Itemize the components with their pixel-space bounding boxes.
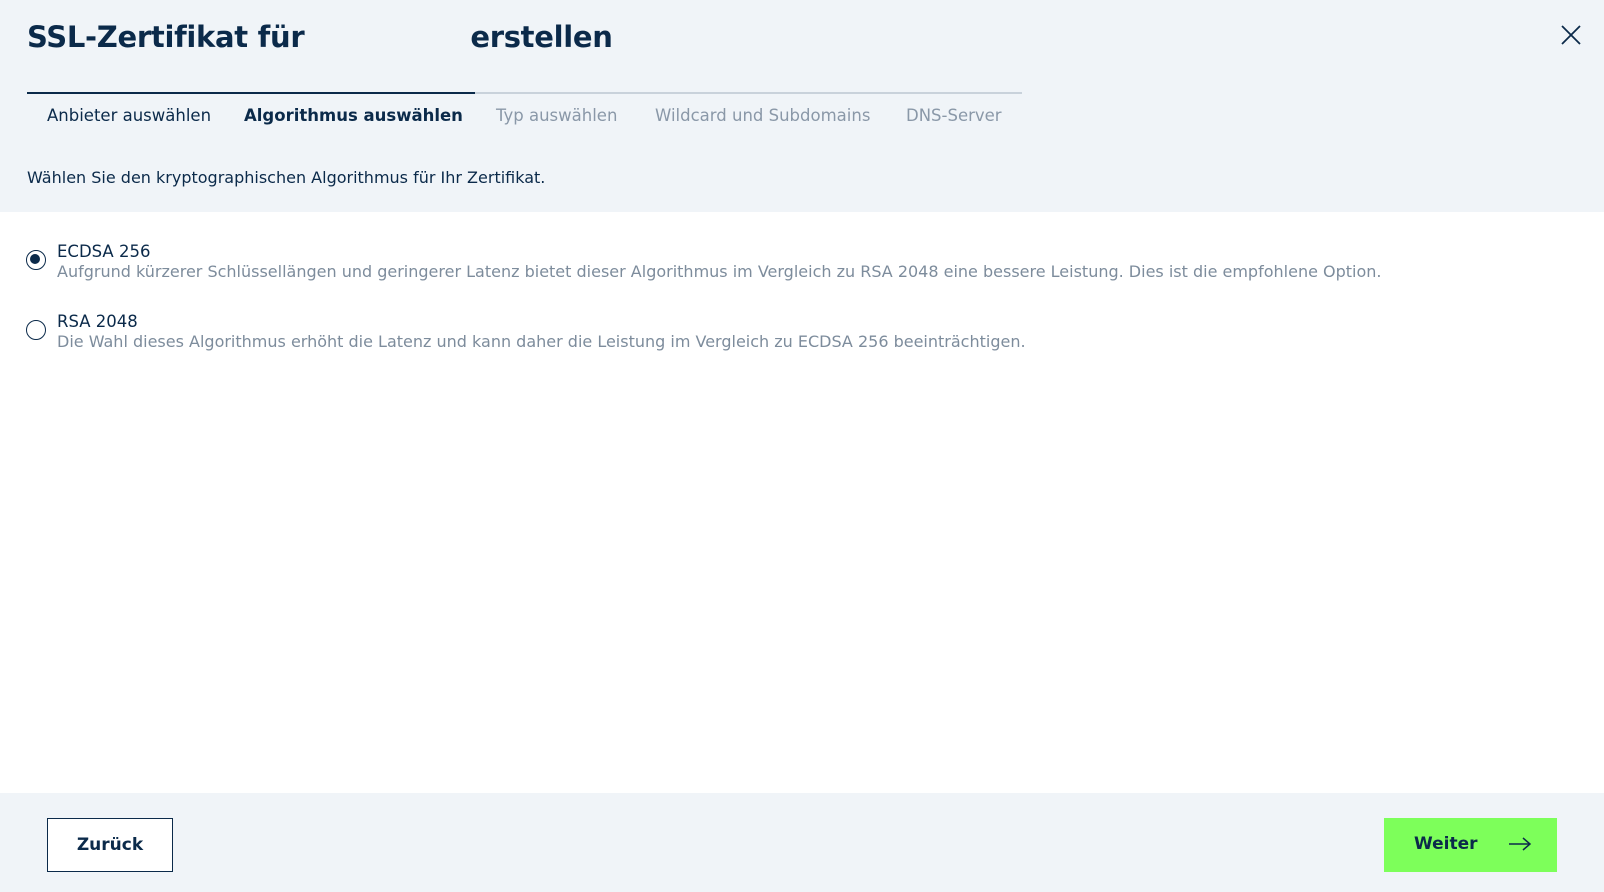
ssl-certificate-dialog: SSL-Zertifikat für erstellen Anbieter aus… (0, 0, 1604, 892)
dialog-title-suffix: erstellen (470, 20, 613, 54)
option-description: Aufgrund kürzerer Schlüssellängen und ge… (57, 262, 1382, 281)
radio-rsa-2048[interactable] (26, 320, 46, 340)
next-button[interactable]: Weiter (1384, 818, 1557, 872)
radio-ecdsa-256[interactable] (26, 250, 46, 270)
arrow-right-icon (1509, 837, 1532, 851)
option-description: Die Wahl dieses Algorithmus erhöht die L… (57, 332, 1026, 351)
option-ecdsa-256[interactable]: ECDSA 256 Aufgrund kürzerer Schlüssellän… (26, 242, 1446, 288)
step-typ[interactable]: Typ auswählen (496, 106, 617, 125)
wizard-steps: Anbieter auswählen Algorithmus auswählen… (27, 92, 1022, 136)
step-wildcard[interactable]: Wildcard und Subdomains (655, 106, 870, 125)
steps-progress-bar (27, 92, 475, 94)
dialog-title-prefix: SSL-Zertifikat für (27, 20, 305, 54)
option-title: RSA 2048 (57, 312, 138, 331)
close-icon (1561, 25, 1581, 45)
option-title: ECDSA 256 (57, 242, 151, 261)
dialog-footer: Zurück Weiter (0, 793, 1604, 892)
close-button[interactable] (1556, 20, 1586, 50)
dialog-header: SSL-Zertifikat für erstellen Anbieter aus… (0, 0, 1604, 212)
dialog-title: SSL-Zertifikat für erstellen (27, 20, 613, 54)
step-dns-server[interactable]: DNS-Server (906, 106, 1002, 125)
next-button-label: Weiter (1414, 834, 1478, 854)
step-intro-text: Wählen Sie den kryptographischen Algorit… (27, 168, 546, 187)
step-anbieter[interactable]: Anbieter auswählen (47, 106, 211, 125)
back-button[interactable]: Zurück (47, 818, 173, 872)
step-algorithmus[interactable]: Algorithmus auswählen (244, 106, 463, 125)
option-rsa-2048[interactable]: RSA 2048 Die Wahl dieses Algorithmus erh… (26, 312, 1446, 358)
